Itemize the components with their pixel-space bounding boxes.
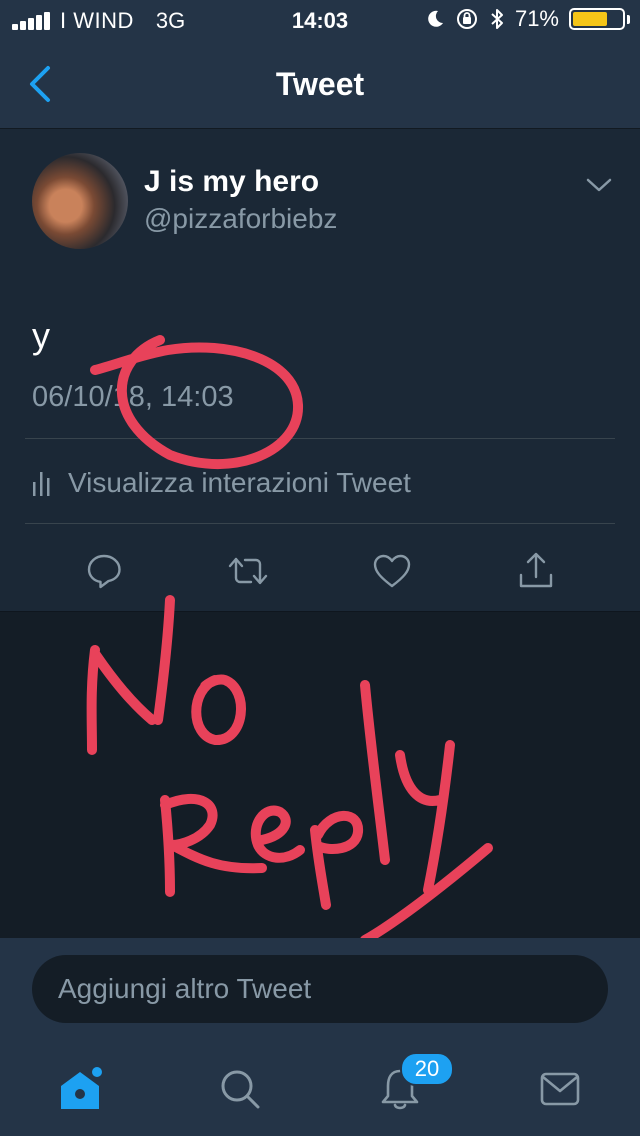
retweet-icon <box>228 557 268 585</box>
tweet-timestamp: 06/10/18, 14:03 <box>32 381 234 413</box>
navigation-bar: I WIND 3G 14:03 71% Tweet <box>0 0 640 129</box>
tab-notifications[interactable]: 20 <box>350 1042 454 1136</box>
like-button[interactable] <box>362 541 422 601</box>
home-icon <box>61 1067 102 1109</box>
reply-composer-bar <box>0 938 640 1042</box>
retweet-button[interactable] <box>218 541 278 601</box>
tweet-actions <box>0 541 640 601</box>
reply-button[interactable] <box>74 541 134 601</box>
display-name[interactable]: J is my hero <box>144 165 319 199</box>
tweet-detail: J is my hero @pizzaforbiebz y 06/10/18, … <box>0 129 640 612</box>
tab-messages[interactable] <box>510 1042 610 1136</box>
replies-area <box>0 612 640 938</box>
tweet-text: y <box>32 315 50 356</box>
divider <box>25 523 615 524</box>
reply-icon <box>87 554 121 589</box>
battery-percent: 71% <box>514 6 559 31</box>
tab-home[interactable] <box>30 1042 130 1136</box>
page-title: Tweet <box>275 66 365 102</box>
chevron-down-icon[interactable] <box>584 173 614 197</box>
share-button[interactable] <box>506 541 566 601</box>
reply-input[interactable] <box>32 955 608 1023</box>
share-icon <box>519 552 553 588</box>
user-handle[interactable]: @pizzaforbiebz <box>144 203 337 235</box>
like-icon <box>373 554 411 588</box>
bluetooth-icon <box>491 9 503 29</box>
orientation-lock-icon <box>456 9 477 29</box>
battery-fill <box>573 12 608 26</box>
view-tweet-activity-label: Visualizza interazioni Tweet <box>68 467 411 498</box>
bar-chart-icon <box>33 472 50 496</box>
moon-icon <box>428 10 443 27</box>
tab-search[interactable] <box>190 1042 290 1136</box>
search-icon <box>221 1070 260 1109</box>
tab-bar: 20 <box>0 1042 640 1136</box>
messages-icon <box>540 1072 580 1106</box>
battery-icon <box>569 8 630 30</box>
divider <box>25 438 615 439</box>
status-right: 71% <box>425 6 630 32</box>
notifications-badge: 20 <box>400 1052 454 1086</box>
view-tweet-activity-link[interactable]: Visualizza interazioni Tweet <box>32 467 411 499</box>
status-bar: I WIND 3G 14:03 71% <box>0 0 640 40</box>
avatar[interactable] <box>32 153 128 249</box>
